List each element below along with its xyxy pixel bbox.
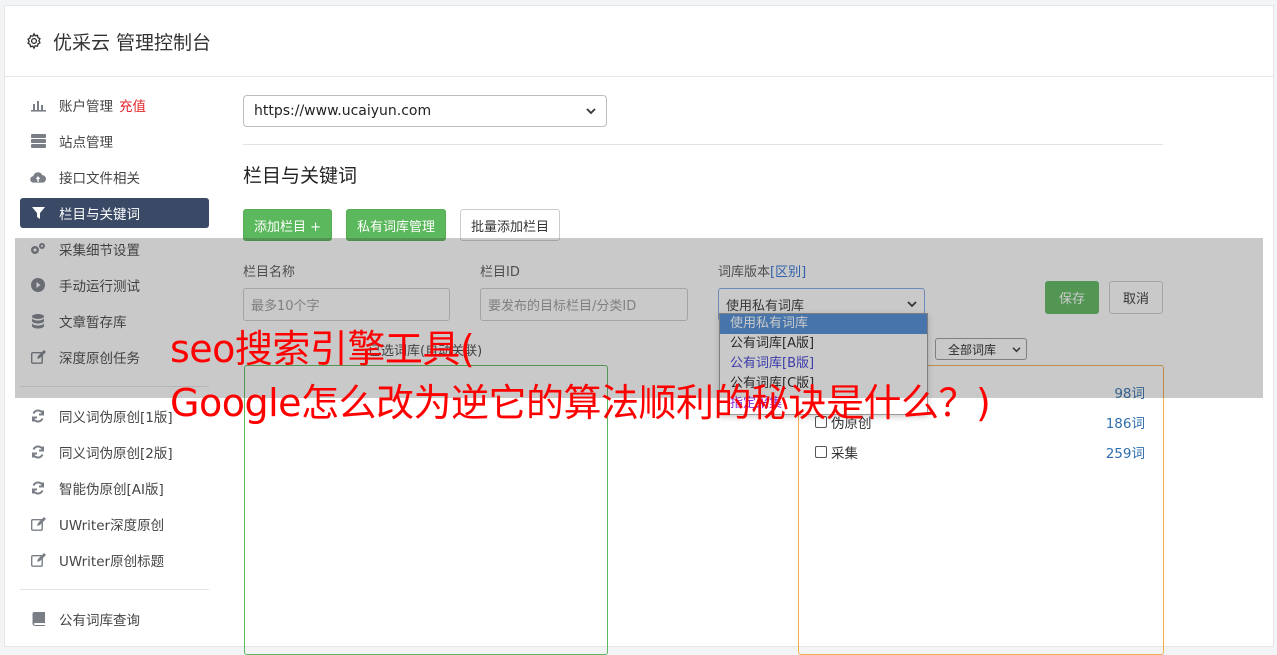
sidebar-item-sites[interactable]: 站点管理 xyxy=(20,126,209,156)
cloud-upload-icon xyxy=(30,169,46,185)
refresh-icon xyxy=(30,444,46,460)
main-panel: https://www.ucaiyun.com 栏目与关键词 添加栏目 + 私有… xyxy=(243,95,1163,321)
app-title: 优采云 管理控制台 xyxy=(53,31,212,54)
sidebar-item-label: UWriter原创标题 xyxy=(59,554,165,570)
site-select-value: https://www.ucaiyun.com xyxy=(254,103,432,119)
sidebar-item-label: 栏目与关键词 xyxy=(59,207,140,223)
sidebar-item-public-lib-query[interactable]: 公有词库查询 xyxy=(20,604,209,634)
edit-icon xyxy=(30,552,46,568)
recharge-link[interactable]: 充值 xyxy=(119,95,146,115)
section-divider xyxy=(243,144,1163,145)
library-name: 采集 xyxy=(831,446,858,462)
site-select[interactable]: https://www.ucaiyun.com xyxy=(243,95,607,127)
add-column-button[interactable]: 添加栏目 + xyxy=(243,209,333,241)
word-count: 186词 xyxy=(1105,416,1145,432)
sidebar-item-synonym-v2[interactable]: 同义词伪原创[2版] xyxy=(20,437,209,467)
sidebar-item-label: 站点管理 xyxy=(59,135,113,151)
sidebar-item-label: 同义词伪原创[2版] xyxy=(59,446,173,462)
page-title: 栏目与关键词 xyxy=(243,165,358,187)
private-library-button[interactable]: 私有词库管理 xyxy=(346,209,447,241)
app-header: 优采云 管理控制台 xyxy=(5,6,1273,77)
list-item[interactable]: 采集 259词 xyxy=(815,442,1145,462)
chevron-down-icon xyxy=(586,103,596,119)
sidebar-item-interface-files[interactable]: 接口文件相关 xyxy=(20,162,209,192)
sidebar-item-label: 同义词伪原创[1版] xyxy=(59,410,173,426)
headline-text: seo搜索引擎工具( Google怎么改为逆它的算法顺利的秘诀是什么？) xyxy=(170,322,991,430)
library-checkbox[interactable] xyxy=(815,446,827,458)
sidebar-item-label: 智能伪原创[AI版] xyxy=(59,482,164,498)
bar-chart-icon xyxy=(30,97,46,113)
edit-icon xyxy=(30,516,46,532)
headline-line-1: seo搜索引擎工具( xyxy=(170,327,475,371)
word-count: 259词 xyxy=(1105,446,1145,462)
toolbar: 添加栏目 + 私有词库管理 批量添加栏目 xyxy=(243,209,561,241)
refresh-icon xyxy=(30,408,46,424)
batch-add-column-button[interactable]: 批量添加栏目 xyxy=(460,209,561,241)
filter-icon xyxy=(30,205,46,221)
sidebar-item-label: 账户管理 xyxy=(59,99,113,115)
sidebar-item-uwriter-deep[interactable]: UWriter深度原创 xyxy=(20,509,209,539)
sidebar-item-label: UWriter深度原创 xyxy=(59,518,165,534)
gear-icon xyxy=(25,32,43,50)
sidebar-divider xyxy=(20,589,209,590)
sidebar-item-ai-rewrite[interactable]: 智能伪原创[AI版] xyxy=(20,473,209,503)
headline-line-2: Google怎么改为逆它的算法顺利的秘诀是什么？) xyxy=(170,381,991,425)
sidebar-item-columns-keywords[interactable]: 栏目与关键词 xyxy=(20,198,209,228)
refresh-icon xyxy=(30,480,46,496)
server-icon xyxy=(30,133,46,149)
sidebar-item-account[interactable]: 账户管理 充值 xyxy=(20,90,209,120)
sidebar-item-label: 接口文件相关 xyxy=(59,171,140,187)
sidebar-item-label: 公有词库查询 xyxy=(59,613,140,629)
book-icon xyxy=(30,611,46,627)
sidebar-item-uwriter-title[interactable]: UWriter原创标题 xyxy=(20,545,209,575)
